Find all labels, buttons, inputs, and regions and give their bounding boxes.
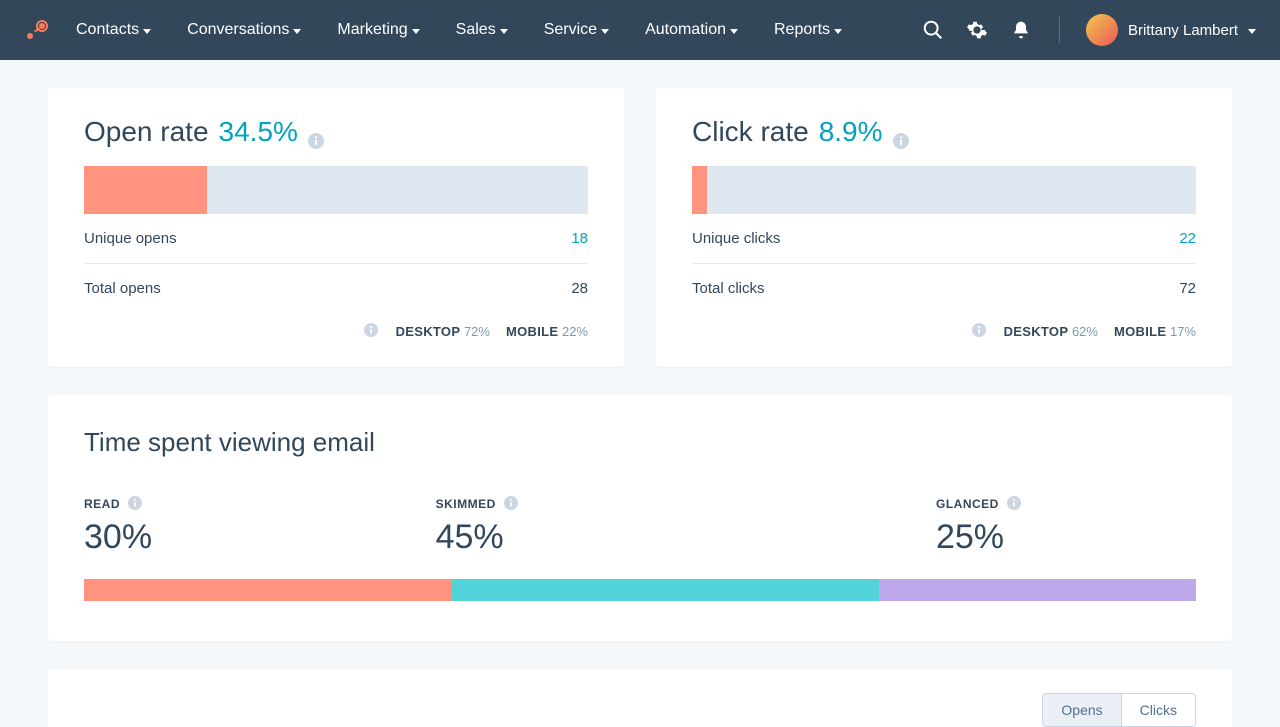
logo-icon[interactable]	[24, 18, 48, 42]
top-nav: Contacts Conversations Marketing Sales S…	[0, 0, 1280, 60]
nav-conversations[interactable]: Conversations	[187, 21, 301, 39]
time-bar-read	[84, 579, 451, 601]
chevron-down-icon	[293, 29, 301, 34]
nav-automation[interactable]: Automation	[645, 21, 738, 39]
unique-clicks-label: Unique clicks	[692, 230, 780, 247]
nav-label: Marketing	[337, 21, 407, 39]
total-clicks-value: 72	[1179, 280, 1196, 297]
info-icon[interactable]	[308, 124, 324, 140]
activity-card: Opens Clicks	[48, 669, 1232, 727]
open-rate-bar	[84, 166, 588, 214]
chevron-down-icon	[1248, 29, 1256, 34]
chevron-down-icon	[500, 29, 508, 34]
mobile-label: MOBILE	[1114, 324, 1166, 339]
info-icon[interactable]	[893, 124, 909, 140]
info-icon[interactable]	[364, 323, 380, 339]
toggle-clicks[interactable]: Clicks	[1121, 694, 1195, 726]
nav-service[interactable]: Service	[544, 21, 609, 39]
user-menu[interactable]: Brittany Lambert	[1086, 14, 1256, 46]
nav-sales[interactable]: Sales	[456, 21, 508, 39]
user-name: Brittany Lambert	[1128, 22, 1238, 39]
nav-items: Contacts Conversations Marketing Sales S…	[76, 21, 921, 39]
info-icon[interactable]	[972, 323, 988, 339]
chevron-down-icon	[730, 29, 738, 34]
skim-label-text: SKIMMED	[436, 497, 496, 511]
click-rate-title: Click rate 8.9%	[692, 116, 1196, 148]
click-rate-bar	[692, 166, 1196, 214]
nav-right: Brittany Lambert	[921, 14, 1256, 46]
read-label-text: READ	[84, 497, 120, 511]
skim-value: 45%	[436, 518, 918, 557]
time-bar	[84, 579, 1196, 601]
total-clicks-row: Total clicks 72	[692, 263, 1196, 313]
chevron-down-icon	[834, 29, 842, 34]
click-rate-card: Click rate 8.9% Unique clicks 22 Total c…	[656, 88, 1232, 367]
unique-opens-value: 18	[571, 230, 588, 247]
click-rate-title-text: Click rate	[692, 116, 809, 148]
avatar	[1086, 14, 1118, 46]
total-opens-row: Total opens 28	[84, 263, 588, 313]
nav-label: Automation	[645, 21, 726, 39]
read-value: 30%	[84, 518, 418, 557]
time-spent-card: Time spent viewing email READ 30% SKIMME…	[48, 395, 1232, 641]
chevron-down-icon	[412, 29, 420, 34]
click-rate-value: 8.9%	[819, 116, 883, 148]
unique-clicks-value: 22	[1179, 230, 1196, 247]
glance-label: GLANCED	[936, 496, 1196, 512]
desktop-pct: 62%	[1072, 324, 1098, 339]
time-bar-glance	[879, 579, 1196, 601]
open-rate-card: Open rate 34.5% Unique opens 18 Total op…	[48, 88, 624, 367]
total-opens-label: Total opens	[84, 280, 161, 297]
skim-label: SKIMMED	[436, 496, 918, 512]
time-col-skim: SKIMMED 45%	[418, 496, 918, 557]
unique-clicks-row: Unique clicks 22	[692, 214, 1196, 263]
time-bar-skim	[451, 579, 879, 601]
click-rate-bar-fill	[692, 166, 707, 214]
info-icon[interactable]	[504, 496, 520, 512]
nav-reports[interactable]: Reports	[774, 21, 842, 39]
unique-opens-row: Unique opens 18	[84, 214, 588, 263]
bell-icon[interactable]	[1009, 18, 1033, 42]
open-rate-title-text: Open rate	[84, 116, 209, 148]
activity-toggle: Opens Clicks	[1042, 693, 1196, 727]
total-clicks-label: Total clicks	[692, 280, 765, 297]
info-icon[interactable]	[128, 496, 144, 512]
search-icon[interactable]	[921, 18, 945, 42]
info-icon[interactable]	[1007, 496, 1023, 512]
open-rate-title: Open rate 34.5%	[84, 116, 588, 148]
click-device-row: DESKTOP 62% MOBILE 17%	[692, 323, 1196, 339]
chevron-down-icon	[601, 29, 609, 34]
nav-label: Conversations	[187, 21, 289, 39]
desktop-label: DESKTOP	[396, 324, 461, 339]
nav-label: Reports	[774, 21, 830, 39]
glance-value: 25%	[936, 518, 1196, 557]
gear-icon[interactable]	[965, 18, 989, 42]
time-spent-title: Time spent viewing email	[84, 427, 1196, 458]
nav-label: Contacts	[76, 21, 139, 39]
open-device-row: DESKTOP 72% MOBILE 22%	[84, 323, 588, 339]
mobile-pct: 17%	[1170, 324, 1196, 339]
nav-label: Sales	[456, 21, 496, 39]
time-cols: READ 30% SKIMMED 45% GLANCED 25%	[84, 496, 1196, 557]
open-rate-bar-fill	[84, 166, 207, 214]
time-col-read: READ 30%	[84, 496, 418, 557]
nav-label: Service	[544, 21, 597, 39]
rate-cards-row: Open rate 34.5% Unique opens 18 Total op…	[48, 88, 1232, 367]
content: Open rate 34.5% Unique opens 18 Total op…	[0, 60, 1280, 727]
total-opens-value: 28	[571, 280, 588, 297]
chevron-down-icon	[143, 29, 151, 34]
read-label: READ	[84, 496, 418, 512]
mobile-label: MOBILE	[506, 324, 558, 339]
time-col-glance: GLANCED 25%	[918, 496, 1196, 557]
divider	[1059, 17, 1060, 43]
desktop-label: DESKTOP	[1004, 324, 1069, 339]
glance-label-text: GLANCED	[936, 497, 999, 511]
desktop-pct: 72%	[464, 324, 490, 339]
nav-marketing[interactable]: Marketing	[337, 21, 419, 39]
nav-contacts[interactable]: Contacts	[76, 21, 151, 39]
toggle-opens[interactable]: Opens	[1043, 694, 1120, 726]
mobile-pct: 22%	[562, 324, 588, 339]
unique-opens-label: Unique opens	[84, 230, 177, 247]
open-rate-value: 34.5%	[219, 116, 298, 148]
